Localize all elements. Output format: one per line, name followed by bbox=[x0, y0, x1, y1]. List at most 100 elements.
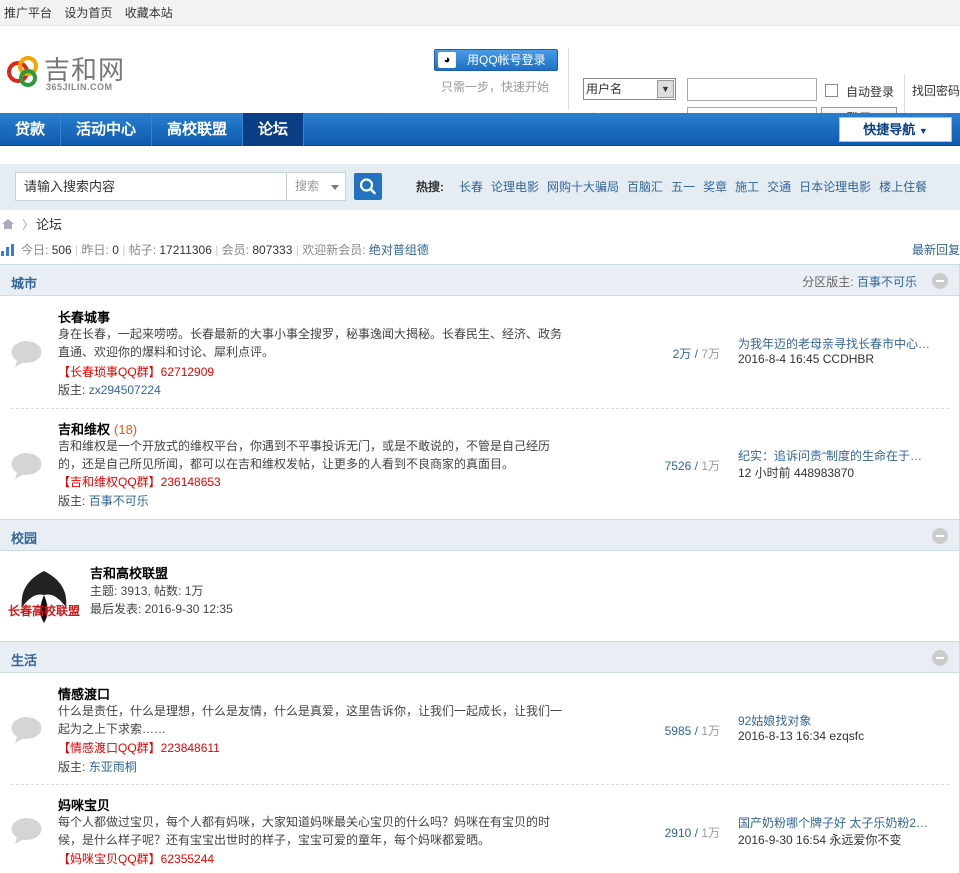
row-divider bbox=[11, 784, 949, 785]
forum-stats-line: 主题: 3913, 帖数: 1万 bbox=[90, 584, 204, 598]
mod-label: 版主: bbox=[58, 760, 86, 774]
mod-link[interactable]: 东亚雨桐 bbox=[89, 760, 137, 774]
logo-text: 长春高校联盟 bbox=[8, 603, 80, 618]
mod-label: 版主: bbox=[58, 383, 86, 397]
new-member-link[interactable]: 绝对普组德 bbox=[369, 243, 429, 257]
forum-qq-group: 【长春琐事QQ群】62712909 bbox=[58, 365, 215, 379]
nav-item-forum[interactable]: 论坛 bbox=[243, 113, 305, 146]
username-type-value: 用户名 bbox=[586, 82, 623, 96]
search-type-value: 搜索 bbox=[295, 179, 320, 193]
hot-search-item[interactable]: 楼上住餐 bbox=[879, 180, 927, 194]
moderator-label: 分区版主: bbox=[802, 275, 854, 289]
forum-row: 妈咪宝贝 每个人都做过宝贝，每个人都有妈咪，大家知道妈咪最关心宝贝的什么吗？妈咪… bbox=[11, 795, 949, 873]
quick-nav-button[interactable]: 快捷导航 ▼ bbox=[839, 117, 952, 142]
section-header: 校园 bbox=[0, 520, 959, 551]
logo-domain: 365JILIN.COM bbox=[46, 82, 113, 92]
forum-counts: 2万 / 7万 bbox=[672, 347, 720, 361]
latest-replies-link[interactable]: 最新回复 bbox=[912, 240, 960, 260]
last-post-meta: 2016-8-13 16:34 ezqsfc bbox=[738, 729, 865, 743]
nav-item-college[interactable]: 高校联盟 bbox=[152, 113, 244, 146]
caret-down-icon bbox=[331, 185, 339, 190]
hot-search-item[interactable]: 日本论理电影 bbox=[799, 180, 871, 194]
last-post-title[interactable]: 国产奶粉哪个牌子好 太子乐奶粉2… bbox=[738, 814, 938, 831]
search-button[interactable] bbox=[354, 173, 382, 200]
forum-last-post-line: 最后发表: 2016-9-30 12:35 bbox=[90, 602, 233, 616]
forum-name[interactable]: 妈咪宝贝 bbox=[58, 795, 110, 814]
mod-link[interactable]: 百事不可乐 bbox=[89, 494, 149, 508]
search-type-select[interactable]: 搜索 bbox=[287, 172, 346, 201]
search-bar: 请输入搜索内容 搜索 热搜: 长春 论理电影 网购十大骗局 百脑汇 五一 奖章 施工 交通 日本… bbox=[0, 164, 960, 210]
thread-count: 2910 bbox=[664, 826, 692, 840]
mod-link[interactable]: zx294507224 bbox=[89, 383, 161, 397]
forum-description: 什么是责任，什么是理想，什么是友情，什么是真爱，这里告诉你，让我们一起成长，让我… bbox=[58, 704, 563, 736]
find-password-link[interactable]: 找回密码 bbox=[912, 82, 960, 99]
forum-description: 吉和维权是一个开放式的维权平台，你遇到不平事投诉无门，或是不敢说的，不管是自己经… bbox=[58, 439, 551, 471]
last-post-title[interactable]: 纪实：追诉问责“制度的生命在于… bbox=[738, 447, 938, 464]
hot-search-item[interactable]: 交通 bbox=[767, 180, 791, 194]
forum-qq-group: 【情感渡口QQ群】223848611 bbox=[58, 741, 220, 755]
search-icon bbox=[359, 178, 376, 195]
hot-search-list: 长春 论理电影 网购十大骗局 百脑汇 五一 奖章 施工 交通 日本论理电影 楼上住餐 bbox=[459, 178, 935, 195]
chat-bubble-icon bbox=[11, 341, 42, 367]
forum-description: 身在长春，一起来唠唠。长春最新的大事小事全搜罗，秘事逸闻大揭秘。长春民生、经济、… bbox=[58, 327, 563, 359]
post-count: 1万 bbox=[701, 826, 720, 840]
site-logo[interactable]: 吉和网 365JILIN.COM bbox=[4, 50, 144, 98]
section-campus: 校园 长春高校联盟 吉和高校联盟 主题: 3913, 帖数: 1万 最后发表: … bbox=[0, 519, 960, 642]
thread-count: 5985 bbox=[664, 724, 692, 738]
forum-row: 长春城事 身在长春，一起来唠唠。长春最新的大事小事全搜罗，秘事逸闻大揭秘。长春民… bbox=[11, 307, 949, 407]
nav-item-events[interactable]: 活动中心 bbox=[61, 113, 153, 146]
hot-search-item[interactable]: 施工 bbox=[735, 180, 759, 194]
hot-search-item[interactable]: 网购十大骗局 bbox=[547, 180, 619, 194]
forum-counts: 5985 / 1万 bbox=[664, 724, 720, 738]
forum-today-count: (18) bbox=[114, 422, 138, 437]
moderator-link[interactable]: 百事不可乐 bbox=[857, 275, 917, 289]
forum-moderator: 版主: 东亚雨桐 bbox=[58, 758, 137, 775]
set-homepage-link[interactable]: 设为首页 bbox=[64, 6, 112, 20]
chat-bubble-icon bbox=[11, 453, 42, 479]
post-count: 1万 bbox=[701, 724, 720, 738]
qq-login-button[interactable]: ◕ 用QQ帐号登录 bbox=[434, 49, 558, 71]
auto-login-checkbox[interactable] bbox=[825, 84, 838, 97]
search-input[interactable]: 请输入搜索内容 bbox=[15, 172, 287, 201]
section-title[interactable]: 校园 bbox=[11, 528, 37, 547]
mod-label: 版主: bbox=[58, 494, 86, 508]
section-header: 生活 bbox=[0, 642, 959, 673]
last-post-meta: 2016-9-30 16:54 永远爱你不变 bbox=[738, 833, 902, 847]
collapse-icon[interactable] bbox=[932, 273, 948, 289]
promo-link[interactable]: 推广平台 bbox=[4, 6, 52, 20]
hot-search-item[interactable]: 长春 bbox=[459, 180, 483, 194]
forum-name[interactable]: 情感渡口 bbox=[58, 684, 110, 703]
username-type-select[interactable]: 用户名 ▼ bbox=[583, 78, 676, 100]
forum-counts: 2910 / 1万 bbox=[664, 826, 720, 840]
collapse-icon[interactable] bbox=[932, 528, 948, 544]
forum-moderator: 版主: zx294507224 bbox=[58, 381, 161, 398]
thread-count: 7526 bbox=[664, 459, 692, 473]
section-title[interactable]: 城市 bbox=[11, 273, 37, 292]
thread-count: 2万 bbox=[672, 347, 692, 361]
hot-search-label: 热搜: bbox=[416, 180, 444, 194]
forum-name[interactable]: 长春城事 bbox=[58, 307, 110, 326]
college-alliance-logo[interactable]: 长春高校联盟 bbox=[8, 565, 80, 627]
section-title[interactable]: 生活 bbox=[11, 650, 37, 669]
hot-search-item[interactable]: 奖章 bbox=[703, 180, 727, 194]
collapse-icon[interactable] bbox=[932, 650, 948, 666]
hot-search-item[interactable]: 论理电影 bbox=[491, 180, 539, 194]
today-label: 今日: bbox=[21, 243, 49, 257]
post-count: 7万 bbox=[701, 347, 720, 361]
hot-search-item[interactable]: 五一 bbox=[671, 180, 695, 194]
nav-item-loan[interactable]: 贷款 bbox=[0, 113, 62, 146]
username-input[interactable] bbox=[687, 78, 817, 101]
chat-bubble-icon bbox=[11, 818, 42, 844]
last-post-title[interactable]: 为我年迈的老母亲寻找长春市中心… bbox=[738, 335, 938, 352]
forum-name[interactable]: 吉和高校联盟 bbox=[90, 563, 168, 582]
header: 吉和网 365JILIN.COM ◕ 用QQ帐号登录 只需一步，快速开始 用户名… bbox=[0, 26, 960, 130]
yesterday-label: 昨日: bbox=[81, 243, 109, 257]
bookmark-link[interactable]: 收藏本站 bbox=[125, 6, 173, 20]
section-moderator: 分区版主: 百事不可乐 bbox=[802, 273, 917, 290]
home-icon[interactable] bbox=[1, 218, 15, 230]
forum-last-post: 92姑娘找对象 2016-8-13 16:34 ezqsfc bbox=[738, 712, 938, 743]
section-life: 生活 情感渡口 什么是责任，什么是理想，什么是友情，什么是真爱，这里告诉你，让我… bbox=[0, 641, 960, 873]
last-post-title[interactable]: 92姑娘找对象 bbox=[738, 712, 938, 729]
forum-name[interactable]: 吉和维权 (18) bbox=[58, 419, 137, 438]
hot-search-item[interactable]: 百脑汇 bbox=[627, 180, 663, 194]
